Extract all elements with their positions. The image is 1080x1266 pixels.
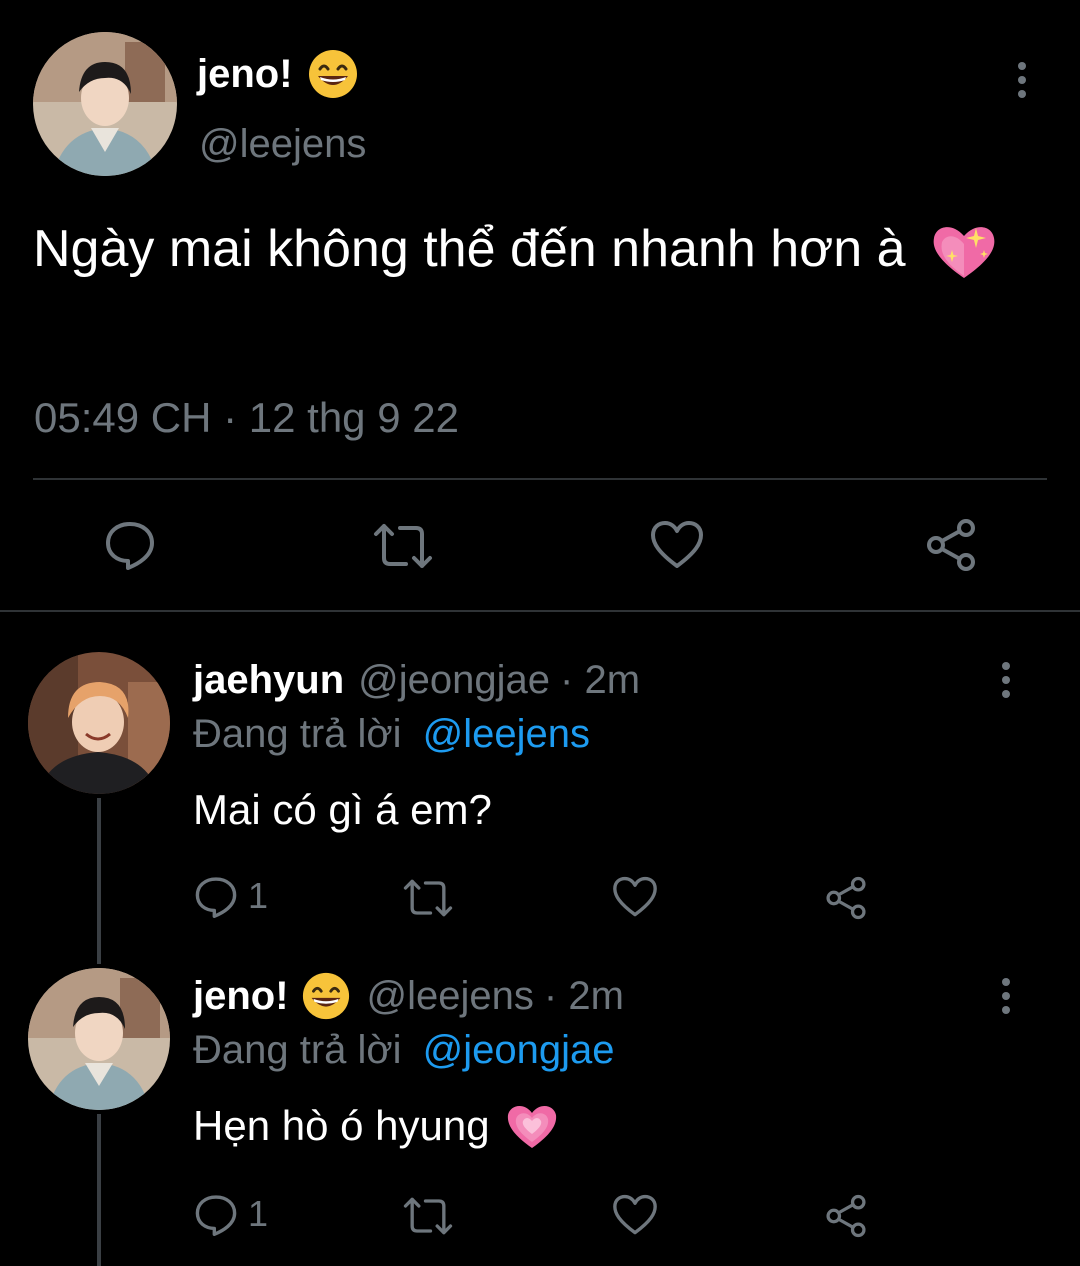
reply-1-share-button[interactable] xyxy=(824,876,868,920)
reply-1-reply-count: 1 xyxy=(248,875,269,916)
share-icon xyxy=(927,519,975,571)
main-tweet-avatar[interactable] xyxy=(33,32,177,176)
reply-1-text: Mai có gì á em? xyxy=(193,786,492,833)
heart-icon xyxy=(651,521,703,568)
share-icon xyxy=(826,1194,866,1238)
reply-1-retweet-button[interactable] xyxy=(402,878,454,918)
reply-1-handle[interactable]: @jeongjae xyxy=(358,658,550,703)
main-tweet-text: Ngày mai không thể đến nhanh hơn à xyxy=(33,220,906,278)
growing-heart-icon xyxy=(504,1100,560,1152)
grinning-face-icon xyxy=(301,971,351,1021)
sparkling-heart-icon xyxy=(928,220,1000,284)
reply-2-reply-count: 1 xyxy=(248,1193,269,1234)
main-tweet-text-block: Ngày mai không thể đến nhanh hơn à xyxy=(33,218,1033,284)
main-tweet-divider xyxy=(33,478,1047,480)
reply-2-replying-to-row: Đang trả lời @jeongjae xyxy=(193,1028,615,1073)
reply-2-reply-button[interactable]: 1 xyxy=(194,1192,268,1236)
thread-line-2 xyxy=(97,1114,101,1266)
reply-1-time[interactable]: · 2m xyxy=(560,658,640,703)
reply-icon xyxy=(106,522,154,570)
retweet-icon xyxy=(403,1197,453,1235)
reply-2-display-name[interactable]: jeno! xyxy=(193,974,289,1019)
thread-line-1 xyxy=(97,798,101,964)
reply-2-handle[interactable]: @leejens xyxy=(367,974,534,1019)
reply-1-replying-to-link[interactable]: @leejens xyxy=(423,712,590,756)
reply-1-avatar[interactable] xyxy=(28,652,170,794)
heart-icon xyxy=(613,1194,657,1235)
reply-2-time[interactable]: · 2m xyxy=(544,974,624,1019)
main-tweet-handle[interactable]: @leejens xyxy=(199,122,366,167)
reply-2-more-icon[interactable] xyxy=(996,974,1016,1018)
reply-1-more-icon[interactable] xyxy=(996,658,1016,702)
reply-icon xyxy=(195,1195,237,1236)
reply-2-retweet-button[interactable] xyxy=(402,1196,454,1236)
main-retweet-button[interactable] xyxy=(372,522,434,570)
reply-2-text: Hẹn hò ó hyung xyxy=(193,1102,490,1149)
retweet-icon xyxy=(403,879,453,917)
reply-icon xyxy=(195,877,237,918)
reply-2-header: jeno! @leejens · 2m xyxy=(193,968,624,1024)
heart-icon xyxy=(613,876,657,917)
main-tweet-display-name[interactable]: jeno! xyxy=(197,52,293,97)
section-divider xyxy=(0,610,1080,612)
reply-2-share-button[interactable] xyxy=(824,1194,868,1238)
reply-2-like-button[interactable] xyxy=(612,1194,658,1236)
main-reply-button[interactable] xyxy=(104,518,156,570)
main-tweet-more-icon[interactable] xyxy=(1012,58,1032,102)
grinning-face-icon xyxy=(307,48,359,100)
main-tweet-timestamp[interactable]: 05:49 CH · 12 thg 9 22 xyxy=(34,394,459,442)
reply-2-replying-to-link[interactable]: @jeongjae xyxy=(423,1028,615,1072)
reply-1-like-button[interactable] xyxy=(612,876,658,918)
reply-2-replying-prefix: Đang trả lời xyxy=(193,1028,402,1072)
main-like-button[interactable] xyxy=(650,520,704,570)
reply-1-header: jaehyun @jeongjae · 2m xyxy=(193,654,640,706)
reply-1-replying-prefix: Đang trả lời xyxy=(193,712,402,756)
reply-2-avatar[interactable] xyxy=(28,968,170,1110)
main-share-button[interactable] xyxy=(924,518,978,572)
main-tweet-name-row: jeno! xyxy=(197,46,359,102)
reply-1-replying-to-row: Đang trả lời @leejens xyxy=(193,712,590,757)
reply-2-text-row: Hẹn hò ó hyung xyxy=(193,1100,560,1152)
share-icon xyxy=(826,876,866,920)
reply-1-display-name[interactable]: jaehyun xyxy=(193,658,344,703)
reply-1-reply-button[interactable]: 1 xyxy=(194,874,268,918)
retweet-icon xyxy=(374,524,432,568)
